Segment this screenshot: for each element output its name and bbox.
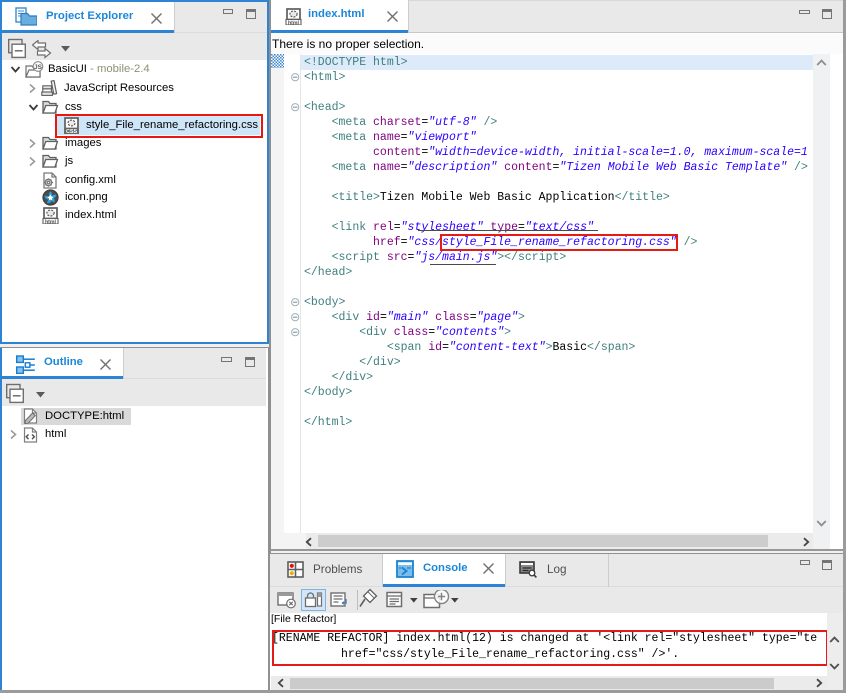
svg-text:CSS: CSS	[66, 129, 77, 134]
svg-text:JS: JS	[34, 64, 43, 71]
svg-text:html: html	[288, 20, 300, 25]
svg-text:html: html	[45, 219, 57, 224]
